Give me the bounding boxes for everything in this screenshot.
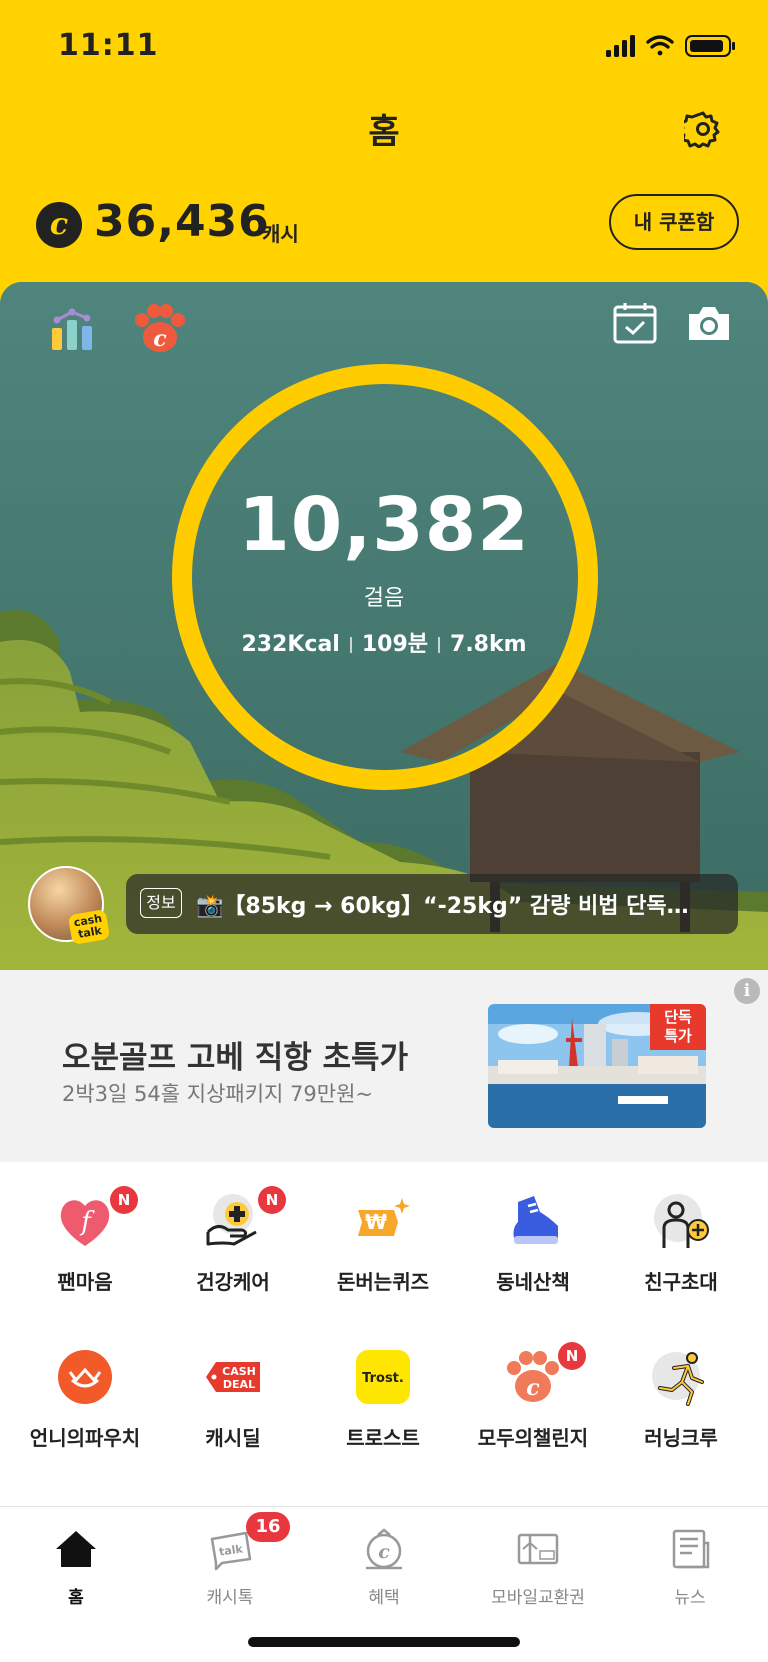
menu-item-label: 건강케어 <box>196 1270 270 1294</box>
home-indicator[interactable] <box>248 1637 520 1647</box>
top-header: 11:11 홈 c 36,436 캐시 내 쿠폰함 <box>0 0 768 300</box>
menu-item-label: 캐시딜 <box>205 1426 261 1450</box>
new-badge: N <box>110 1186 138 1214</box>
paw-challenge-icon: c <box>507 1351 559 1402</box>
page-title: 홈 <box>368 112 400 152</box>
runner-icon <box>652 1352 704 1406</box>
heart-f-icon: f <box>60 1200 110 1246</box>
menu-item-label: 언니의파우치 <box>29 1426 141 1450</box>
menu-item-pouch[interactable]: 언니의파우치 <box>10 1348 160 1468</box>
signal-icon <box>606 35 635 57</box>
nav-item-label: 뉴스 <box>674 1588 706 1608</box>
minutes-value: 109분 <box>361 632 429 657</box>
menu-item-fan-heart[interactable]: f N 팬마음 <box>10 1186 160 1312</box>
menu-item-trost[interactable]: Trost. 트로스트 <box>308 1348 458 1468</box>
invite-friend-icon <box>654 1194 709 1248</box>
ad-title: 오분골프 고베 직항 초특가 <box>62 1040 409 1076</box>
paw-letter: c <box>153 326 167 352</box>
cash-amount[interactable]: 36,436 <box>94 196 270 247</box>
menu-item-label: 친구초대 <box>644 1270 718 1294</box>
svg-text:c: c <box>378 1541 390 1563</box>
home-icon <box>56 1531 96 1567</box>
menu-item-challenge[interactable]: c N 모두의챌린지 <box>458 1342 608 1468</box>
activity-stats: 232Kcal 109분 7.8km <box>0 626 768 658</box>
calories-value: 232Kcal <box>241 632 340 657</box>
nav-item-label: 홈 <box>68 1588 84 1608</box>
cash-unit: 캐시 <box>262 222 299 246</box>
stat-divider <box>349 637 352 653</box>
menu-item-label: 돈버는퀴즈 <box>337 1270 429 1294</box>
paw-letter: c <box>526 1375 540 1401</box>
menu-item-invite-friends[interactable]: 친구초대 <box>606 1192 756 1312</box>
trost-text: Trost. <box>362 1371 404 1386</box>
menu-item-label: 동네산책 <box>496 1270 570 1294</box>
new-badge: N <box>258 1186 286 1214</box>
paw-challenge-icon[interactable]: c <box>132 304 188 354</box>
sneaker-icon <box>513 1196 558 1244</box>
menu-item-label: 러닝크루 <box>644 1426 718 1450</box>
voucher-icon <box>517 1533 559 1565</box>
my-coupon-button[interactable]: 내 쿠폰함 <box>609 194 739 250</box>
status-time: 11:11 <box>58 28 159 63</box>
quiz-icon: ₩ <box>358 1198 410 1236</box>
nav-item-home[interactable]: 홈 <box>6 1521 146 1611</box>
step-counter-hero[interactable]: c 10,382 걸음 232Kcal 109분 7.8km cash talk 정… <box>0 282 768 970</box>
gear-icon[interactable] <box>684 110 722 148</box>
nav-item-label: 캐시톡 <box>206 1588 254 1608</box>
svg-text:CASH: CASH <box>222 1365 256 1378</box>
news-icon <box>672 1529 710 1569</box>
news-tag: 정보 <box>140 888 182 918</box>
menu-item-neighborhood-walk[interactable]: 동네산책 <box>458 1192 608 1312</box>
info-icon[interactable]: i <box>734 978 760 1004</box>
news-ticker[interactable]: 정보 📸【85kg → 60kg】“-25kg” 감량 비법 단독… <box>126 874 738 934</box>
menu-item-running-crew[interactable]: 러닝크루 <box>606 1348 756 1468</box>
menu-item-label: 모두의챌린지 <box>477 1426 589 1450</box>
cash-coin-icon: c <box>36 202 82 248</box>
menu-item-health-care[interactable]: N 건강케어 <box>158 1186 308 1312</box>
nav-item-label: 혜택 <box>368 1588 400 1608</box>
ad-banner[interactable]: i 오분골프 고베 직항 초특가 2박3일 54홀 지상패키지 79만원~ 단독… <box>0 970 768 1162</box>
menu-item-quiz[interactable]: ₩ 돈버는퀴즈 <box>308 1192 458 1312</box>
pouch-icon <box>58 1350 112 1404</box>
health-care-icon <box>206 1194 257 1246</box>
step-label: 걸음 <box>363 586 405 611</box>
camera-icon[interactable] <box>686 302 732 344</box>
cash-deal-icon: CASH DEAL <box>206 1362 260 1392</box>
talk-text: talk <box>218 1542 244 1558</box>
benefit-icon: c <box>366 1528 402 1570</box>
status-icons <box>606 35 735 57</box>
svg-text:₩: ₩ <box>365 1210 387 1234</box>
trost-icon: Trost. <box>356 1350 410 1404</box>
cashtalk-count-badge: 16 <box>246 1512 290 1542</box>
news-headline: 📸【85kg → 60kg】“-25kg” 감량 비법 단독… <box>196 894 689 919</box>
ad-subtitle: 2박3일 54홀 지상패키지 79만원~ <box>62 1082 373 1106</box>
nav-item-benefits[interactable]: c 혜택 <box>314 1521 454 1611</box>
nav-item-mobile-voucher[interactable]: 모바일교환권 <box>468 1521 608 1611</box>
ad-badge: 단독 특가 <box>650 1004 706 1050</box>
menu-item-label: 팬마음 <box>57 1270 113 1294</box>
menu-item-label: 트로스트 <box>346 1426 420 1450</box>
nav-item-label: 모바일교환권 <box>491 1588 585 1608</box>
menu-item-cash-deal[interactable]: CASH DEAL 캐시딜 <box>158 1348 308 1468</box>
calendar-check-icon[interactable] <box>612 300 658 346</box>
battery-icon <box>685 35 735 57</box>
stat-divider <box>438 637 441 653</box>
step-count: 10,382 <box>238 482 530 568</box>
distance-value: 7.8km <box>450 632 527 657</box>
nav-item-news[interactable]: 뉴스 <box>620 1521 760 1611</box>
talk-icon: talk <box>210 1531 252 1571</box>
wifi-icon <box>646 35 674 56</box>
step-progress-ring <box>172 364 598 790</box>
ad-image: 단독 특가 <box>488 1004 706 1128</box>
svg-text:DEAL: DEAL <box>223 1378 255 1391</box>
new-badge: N <box>558 1342 586 1370</box>
stats-chart-icon[interactable] <box>48 304 98 354</box>
